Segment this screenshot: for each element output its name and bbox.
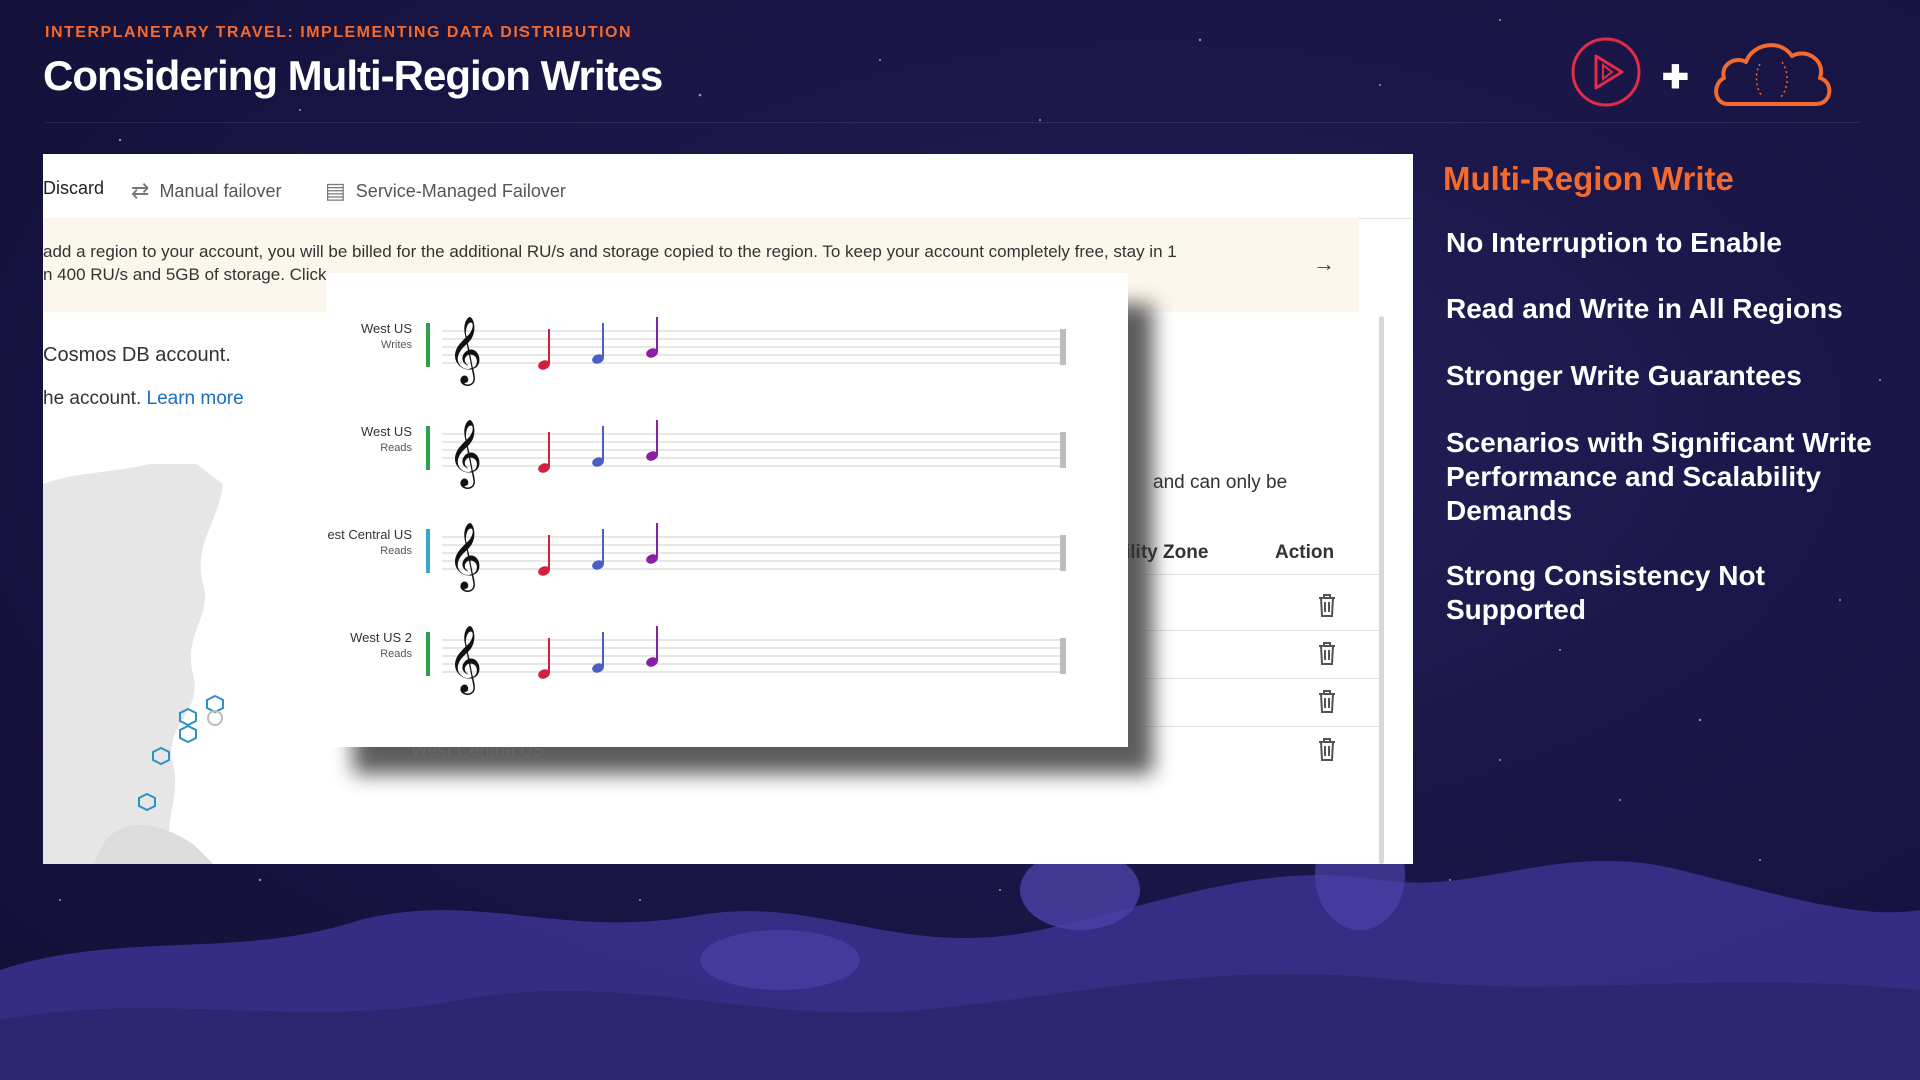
staff-region-name: West US 2 [350, 630, 412, 645]
azure-portal-screenshot: Discard ⇄ Manual failover ▤ Service-Mana… [43, 154, 1413, 864]
region-status-bar [426, 426, 430, 470]
service-managed-failover-label: Service-Managed Failover [355, 180, 566, 201]
staff-row: West US Reads 𝄞 [326, 406, 1126, 496]
region-status-bar [426, 323, 430, 367]
table-row-divider [1143, 726, 1383, 727]
music-staff-card: West US Writes 𝄞 West US Reads 𝄞 est Central U… [326, 273, 1128, 747]
staff-label: West US Writes [282, 321, 412, 353]
swap-arrows-icon: ⇄ [131, 178, 150, 203]
panel-item: Read and Write in All Regions [1446, 293, 1843, 324]
region-note: and can only be [1153, 472, 1288, 493]
treble-clef-icon: 𝄞 [448, 418, 482, 489]
staff-end-bar [1060, 329, 1066, 365]
delete-trash-icon[interactable] [1316, 592, 1338, 618]
staff-end-bar [1060, 432, 1066, 468]
music-staff: 𝄞 [426, 315, 1066, 386]
banner-text-line2: n 400 RU/s and 5GB of storage. Click [43, 265, 327, 284]
action-header: Action [1275, 542, 1335, 563]
panel-heading: Multi-Region Write [1443, 160, 1734, 197]
staff-mode-label: Reads [380, 648, 412, 660]
region-status-bar [426, 529, 430, 573]
staff-row: est Central US Reads 𝄞 [326, 509, 1126, 599]
staff-label: est Central US Reads [282, 527, 412, 559]
staff-row: West US Writes 𝄞 [326, 303, 1126, 393]
staff-mode-label: Reads [380, 545, 412, 557]
plus-icon: ✚ [1662, 59, 1689, 95]
service-managed-failover-button[interactable]: ▤ Service-Managed Failover [325, 178, 566, 204]
play-logo-icon [1571, 37, 1641, 107]
music-staff: 𝄞 [426, 624, 1066, 695]
vertical-scrollbar[interactable] [1379, 316, 1384, 864]
section-eyebrow: INTERPLANETARY TRAVEL: IMPLEMENTING DATA… [45, 24, 633, 41]
panel-item: Scenarios with Significant Write Perform… [1446, 427, 1872, 526]
panel-item: Strong Consistency Not Supported [1446, 560, 1765, 625]
staff-list: West US Writes 𝄞 West US Reads 𝄞 est Central U… [326, 273, 1126, 747]
header-divider [45, 122, 1860, 123]
staff-end-bar [1060, 638, 1066, 674]
account-description: Cosmos DB account. [43, 344, 231, 366]
staff-mode-label: Writes [381, 339, 412, 351]
discard-label: Discard [43, 178, 105, 198]
learn-more-link[interactable]: Learn more [147, 388, 244, 409]
account-description-2: he account. Learn more [43, 388, 244, 410]
panel-item: No Interruption to Enable [1446, 227, 1782, 258]
table-row-divider [1143, 678, 1383, 679]
table-row-divider [1143, 574, 1383, 575]
treble-clef-icon: 𝄞 [448, 624, 482, 695]
staff-region-name: West US [360, 424, 412, 439]
manual-failover-label: Manual failover [159, 180, 282, 201]
clipboard-icon: ▤ [325, 178, 346, 203]
delete-trash-icon[interactable] [1316, 640, 1338, 666]
manual-failover-button[interactable]: ⇄ Manual failover [131, 178, 282, 204]
treble-clef-icon: 𝄞 [448, 521, 482, 592]
panel-item: Stronger Write Guarantees [1446, 360, 1802, 391]
region-status-bar [426, 632, 430, 676]
treble-clef-icon: 𝄞 [448, 315, 482, 386]
music-staff: 𝄞 [426, 418, 1066, 489]
portal-toolbar: Discard ⇄ Manual failover ▤ Service-Mana… [43, 154, 1413, 219]
cloud-logo-icon [1714, 43, 1832, 106]
staff-region-name: West US [360, 321, 412, 336]
slide-title: Considering Multi-Region Writes [43, 52, 663, 99]
table-row-divider [1143, 630, 1383, 631]
delete-trash-icon[interactable] [1316, 736, 1338, 762]
account-description-text: he account. [43, 388, 147, 409]
staff-region-name: est Central US [327, 527, 412, 542]
discard-button[interactable]: Discard [43, 178, 104, 199]
staff-row: West US 2 Reads 𝄞 [326, 612, 1126, 702]
arrow-right-icon[interactable]: → [1313, 252, 1335, 275]
staff-mode-label: Reads [380, 442, 412, 454]
delete-trash-icon[interactable] [1316, 688, 1338, 714]
music-staff: 𝄞 [426, 521, 1066, 592]
staff-end-bar [1060, 535, 1066, 571]
staff-label: West US Reads [282, 424, 412, 456]
banner-text-line1: add a region to your account, you will b… [43, 242, 1177, 261]
world-map [43, 464, 224, 864]
staff-label: West US 2 Reads [282, 630, 412, 662]
